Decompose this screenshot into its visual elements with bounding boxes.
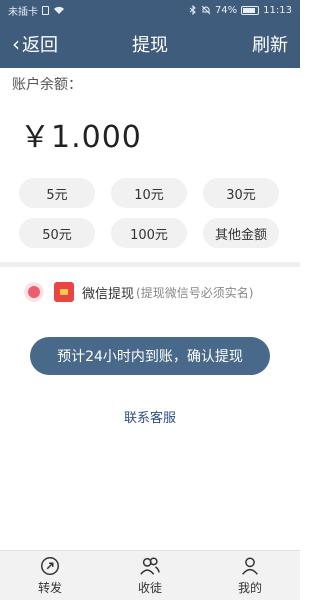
chevron-left-icon: ‹ <box>12 32 20 56</box>
amount-option-10[interactable]: 10元 <box>111 178 187 208</box>
wechat-withdraw-note: (提现微信号必须实名) <box>136 285 254 300</box>
share-icon <box>41 557 59 575</box>
wifi-icon <box>54 6 64 14</box>
page-title: 提现 <box>132 35 168 56</box>
users-icon <box>140 557 160 575</box>
tab-disciples[interactable]: 收徒 <box>110 555 190 596</box>
status-left: 未插卡 <box>8 3 65 18</box>
bluetooth-icon <box>189 5 196 15</box>
tab-mine[interactable]: 我的 <box>210 555 290 596</box>
balance-label: 账户余额： <box>12 77 82 93</box>
user-icon <box>242 557 258 575</box>
confirm-withdraw-button[interactable]: 预计24小时内到账，确认提现 <box>30 337 270 375</box>
amount-option-50[interactable]: 50元 <box>19 218 95 248</box>
back-label: 返回 <box>22 35 58 56</box>
section-divider <box>0 262 300 267</box>
contact-support-link[interactable]: 联系客服 <box>0 407 300 426</box>
back-button[interactable]: ‹ 返回 <box>12 31 58 57</box>
tab-share-label: 转发 <box>37 581 62 595</box>
tab-mine-label: 我的 <box>237 581 262 595</box>
radio-dot <box>28 286 40 298</box>
amount-option-100[interactable]: 100元 <box>111 218 187 248</box>
bottom-tab-bar: 转发 收徒 我的 <box>0 550 300 600</box>
status-bar: 未插卡 74% 11:13 <box>0 0 300 20</box>
header: ‹ 返回 提现 刷新 <box>0 20 300 68</box>
amount-options: 5元 10元 30元 50元 100元 其他金额 <box>19 178 281 248</box>
amount-option-5[interactable]: 5元 <box>19 178 95 208</box>
tab-share[interactable]: 转发 <box>10 555 90 596</box>
sim-icon <box>42 5 49 15</box>
balance-amount: ￥1.000 <box>20 120 142 155</box>
red-envelope-icon <box>54 282 74 302</box>
carrier-text: 未插卡 <box>8 6 38 18</box>
radio-button[interactable] <box>24 282 44 302</box>
battery-icon <box>241 5 260 15</box>
refresh-button[interactable]: 刷新 <box>252 31 288 57</box>
amount-option-30[interactable]: 30元 <box>203 178 279 208</box>
status-right: 74% 11:13 <box>189 5 292 16</box>
wechat-withdraw-label: 微信提现 <box>82 286 135 302</box>
clock: 11:13 <box>263 4 292 16</box>
mute-icon <box>201 5 211 15</box>
amount-option-other[interactable]: 其他金额 <box>203 218 279 248</box>
tab-disciples-label: 收徒 <box>137 581 162 595</box>
wechat-withdraw-option[interactable]: 微信提现 (提现微信号必须实名) <box>24 282 253 302</box>
battery-percent: 74% <box>214 4 238 16</box>
